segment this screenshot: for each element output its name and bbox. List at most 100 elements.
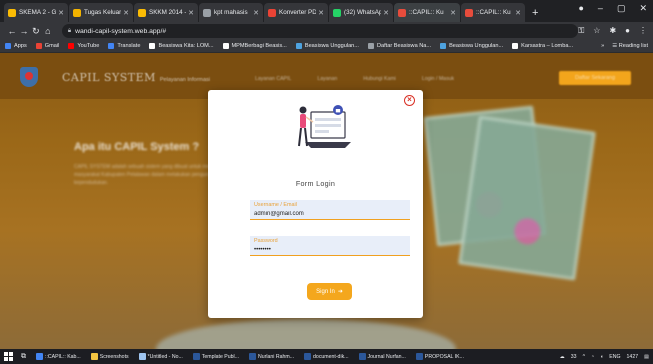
taskbar-app-icon <box>36 353 43 360</box>
reading-list-button[interactable]: ☰ Reading list <box>612 43 648 49</box>
decorative-shape <box>156 319 456 349</box>
bookmark-favicon-icon <box>108 43 115 49</box>
bookmark-label: YouTube <box>77 43 100 49</box>
browser-tab[interactable]: SKEMA 2 - G ✕ <box>4 3 68 22</box>
taskbar-app[interactable]: PROPOSAL IK... <box>415 353 464 360</box>
bookmark-item[interactable]: Beasiswa Unggulan... <box>295 43 359 49</box>
browser-tab[interactable]: SKKM 2014 - ✕ <box>134 3 198 22</box>
tab-close-icon[interactable]: ✕ <box>383 9 389 17</box>
nav-link-hubungi[interactable]: Hubungi Kami <box>363 76 396 82</box>
bookmark-favicon-icon <box>512 43 519 49</box>
tab-title: SKKM 2014 - <box>149 9 187 16</box>
bookmark-item[interactable]: Daftar Beasiswa Na... <box>367 43 431 49</box>
bookmark-item[interactable]: MPMBerbagi Beasis... <box>222 43 287 49</box>
brand-subtitle: Pelayanan Informasi <box>159 77 211 83</box>
lock-icon[interactable]: 🔒︎ <box>68 28 71 35</box>
tab-close-icon[interactable]: ✕ <box>318 9 324 17</box>
wifi-icon[interactable]: ◔ <box>591 354 594 360</box>
bookmark-favicon-icon <box>5 43 11 49</box>
sign-in-button[interactable]: Sign In ➜ <box>307 283 352 300</box>
forward-icon[interactable]: → <box>18 26 30 36</box>
volume-icon[interactable]: ◖ <box>600 354 603 360</box>
browser-tab[interactable]: kpt mahasis ✕ <box>199 3 263 22</box>
nav-cta-button[interactable]: Daftar Sekarang <box>559 71 631 85</box>
avatar[interactable]: ● <box>625 26 630 36</box>
taskbar-app-label: *Untitled - No... <box>147 353 183 360</box>
address-bar[interactable]: 🔒︎ wandi-capil-system.web.app/# <box>61 24 579 38</box>
username-input[interactable] <box>254 209 406 218</box>
reload-icon[interactable]: ↻ <box>30 26 42 37</box>
bookmark-item[interactable]: Apps <box>5 43 27 49</box>
star-icon[interactable]: ☆ <box>593 26 600 36</box>
username-field[interactable]: Username / Email <box>250 200 410 220</box>
tab-close-icon[interactable]: ✕ <box>515 9 521 17</box>
bookmark-item[interactable]: Gmail <box>35 43 59 49</box>
bookmark-item[interactable]: Beasiswa Unggulan... <box>440 43 503 49</box>
nav-link-layanan[interactable]: Layanan <box>317 76 337 82</box>
bookmark-item[interactable]: Translate <box>108 43 140 49</box>
bookmark-label: Beasiswa Unggulan... <box>449 43 504 49</box>
taskbar-app[interactable]: Nurlani Rahm... <box>249 353 294 360</box>
taskbar-app-label: PROPOSAL IK... <box>424 353 464 360</box>
tab-title: (32) WhatsAp <box>344 9 382 16</box>
tab-close-icon[interactable]: ✕ <box>58 9 64 17</box>
key-icon[interactable]: ⚿ <box>578 26 584 36</box>
taskbar-app[interactable]: *Untitled - No... <box>138 353 183 360</box>
taskbar-app-icon <box>415 353 423 360</box>
weather-icon[interactable]: ☁ <box>560 354 565 360</box>
bookmark-item[interactable]: YouTube <box>68 43 99 49</box>
new-tab-button[interactable]: + <box>526 3 544 22</box>
bookmark-favicon-icon <box>295 43 302 49</box>
nav-link-login[interactable]: Login / Masuk <box>422 76 454 82</box>
bookmark-favicon-icon <box>367 43 374 49</box>
bookmark-item[interactable]: Karsastra – Lomba... <box>512 43 573 49</box>
password-label: Password <box>254 238 278 244</box>
close-modal-button[interactable]: × <box>404 95 415 106</box>
tab-favicon-icon <box>268 8 276 17</box>
language-indicator[interactable]: ENG <box>609 354 620 360</box>
browser-tab[interactable]: Tugas Keluar ✕ <box>69 3 133 22</box>
windows-start-icon[interactable] <box>4 352 13 361</box>
taskbar-app[interactable]: ::CAPIL:: Kab... <box>36 353 81 360</box>
back-icon[interactable]: ← <box>6 26 18 36</box>
menu-icon[interactable]: ⋮ <box>639 26 647 36</box>
system-tray: ☁ 33 ^ ◔ ◖ ENG 1427 ▤ <box>560 354 649 360</box>
profile-icon[interactable]: ● <box>578 3 583 14</box>
taskbar-app[interactable]: Journal Nurfan... <box>358 353 406 360</box>
nav-link-layanan-capil[interactable]: Layanan CAPIL <box>255 76 291 82</box>
close-window-button[interactable]: ✕ <box>639 3 647 14</box>
taskbar-app[interactable]: Template Publ... <box>192 353 239 360</box>
browser-tab[interactable]: Konverter PD ✕ <box>264 3 328 22</box>
taskbar-app-label: ::CAPIL:: Kab... <box>45 353 81 360</box>
extensions-icon[interactable]: ✱ <box>609 26 616 36</box>
browser-tab[interactable]: ::CAPIL:: Ku ✕ <box>394 3 460 22</box>
bookmark-item[interactable]: Beasiswa Kita: LOM... <box>149 43 214 49</box>
task-view-icon[interactable]: ⧉ <box>21 353 26 361</box>
tray-chevron-icon[interactable]: ^ <box>583 354 585 360</box>
site-brand[interactable]: CAPIL SYSTEM Pelayanan Informasi <box>62 71 210 84</box>
tab-favicon-icon <box>73 8 81 17</box>
taskbar-app[interactable]: document-dik... <box>304 353 349 360</box>
notifications-icon[interactable]: ▤ <box>644 354 649 360</box>
bookmarks-more-button[interactable]: » <box>601 43 604 49</box>
window-controls: ● – ▢ ✕ <box>578 3 647 14</box>
tab-close-icon[interactable]: ✕ <box>450 9 456 17</box>
clock[interactable]: 1427 <box>627 354 639 360</box>
home-icon[interactable]: ⌂ <box>42 26 54 36</box>
taskbar-app[interactable]: Screenshots <box>90 353 129 360</box>
certificate-seal <box>512 216 543 247</box>
tab-close-icon[interactable]: ✕ <box>123 9 129 17</box>
bookmark-favicon-icon <box>35 43 42 49</box>
browser-tab[interactable]: ::CAPIL:: Ku ✕ <box>461 3 525 22</box>
password-input[interactable] <box>254 245 406 254</box>
tab-title: Tugas Keluar <box>84 9 122 16</box>
tab-close-icon[interactable]: ✕ <box>253 9 259 17</box>
username-label: Username / Email <box>254 202 297 208</box>
browser-tab[interactable]: (32) WhatsAp ✕ <box>329 3 393 22</box>
weather-temp: 33 <box>570 353 577 360</box>
password-field[interactable]: Password <box>250 236 410 256</box>
site-logo[interactable] <box>20 67 38 87</box>
maximize-button[interactable]: ▢ <box>617 3 626 14</box>
minimize-button[interactable]: – <box>598 3 603 14</box>
tab-close-icon[interactable]: ✕ <box>188 9 194 17</box>
